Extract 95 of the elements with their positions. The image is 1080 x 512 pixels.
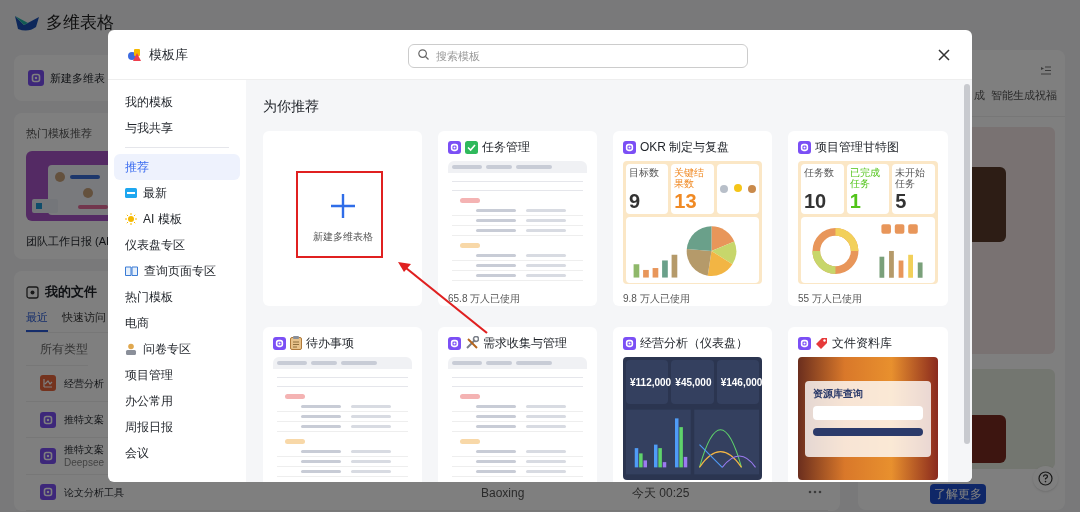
panel-title: 热门模板推荐 xyxy=(26,126,92,141)
table-app-icon xyxy=(40,411,56,428)
usage-count: 55 万人已使用 xyxy=(798,292,863,306)
stat-value: 10 xyxy=(804,189,828,213)
sidebar-item[interactable]: 问卷专区 xyxy=(114,336,240,362)
sidebar-item[interactable]: 推荐 xyxy=(114,154,240,180)
stat-label: 目标数 xyxy=(629,167,660,178)
sidebar-item[interactable]: 电商 xyxy=(114,310,240,336)
learn-more-button[interactable]: 了解更多 xyxy=(930,484,986,504)
template-title: 待办事项 xyxy=(306,335,354,352)
stat-label: 已完成任务 xyxy=(849,167,881,189)
tools-icon xyxy=(465,336,479,350)
clipboard-icon xyxy=(290,336,302,350)
sun-icon xyxy=(125,213,137,225)
more-icon[interactable] xyxy=(808,490,822,495)
template-title: 任务管理 xyxy=(482,139,530,156)
table-app-icon xyxy=(273,336,286,350)
template-card[interactable]: 任务管理 65.8 万人已使用 xyxy=(438,131,597,306)
stat-value: ¥45,000 xyxy=(675,375,712,390)
template-title: 项目管理甘特图 xyxy=(815,139,899,156)
file-folder-icon xyxy=(26,285,39,299)
app-logo-icon xyxy=(14,13,40,33)
stat-value: 5 xyxy=(895,189,908,213)
stat-value: ¥146,000 xyxy=(720,375,763,390)
chart-app-icon xyxy=(40,375,56,392)
form-title: 资源库查询 xyxy=(813,387,864,400)
stat-value: 1 xyxy=(849,189,862,213)
close-icon[interactable] xyxy=(938,48,950,61)
usage-count: 9.8 万人已使用 xyxy=(623,292,691,306)
tab[interactable]: 智能生成祝福 xyxy=(991,87,1057,104)
sidebar-item[interactable]: 与我共享 xyxy=(114,115,240,141)
sidebar-item[interactable]: AI 模板 xyxy=(114,206,240,232)
file-name[interactable]: 推特文案 xyxy=(64,412,104,428)
stat-value: ¥112,000 xyxy=(630,375,672,390)
file-name[interactable]: 经营分析 xyxy=(64,375,104,391)
new-table-button[interactable]: 新建多维表 xyxy=(28,69,105,87)
person-icon xyxy=(125,343,137,355)
table-app-icon xyxy=(40,484,56,501)
sidebar-item[interactable]: 办公常用 xyxy=(114,388,240,414)
new-badge-icon xyxy=(125,188,137,198)
stat-label: 关键结果数 xyxy=(674,167,706,189)
table-app-icon xyxy=(40,447,56,464)
template-card[interactable]: 需求收集与管理 xyxy=(438,327,597,482)
template-card[interactable]: 项目管理甘特图 任务数 10 已完成任务 1 未开始任务 5 55 万人已使用 xyxy=(788,131,948,306)
sidebar-item[interactable]: 项目管理 xyxy=(114,362,240,388)
table-app-icon xyxy=(28,70,44,86)
scrollbar[interactable] xyxy=(962,80,972,482)
table-app-icon xyxy=(448,140,461,154)
app-title: 多维表格 xyxy=(46,12,114,35)
template-title: OKR 制定与复盘 xyxy=(640,139,730,156)
stat-label: 任务数 xyxy=(804,167,835,178)
file-owner: Baoxing xyxy=(481,486,525,501)
template-card[interactable]: 文件资料库 资源库查询 xyxy=(788,327,948,482)
table-app-icon xyxy=(798,336,811,350)
section-title: 我的文件 xyxy=(45,283,97,302)
template-title: 需求收集与管理 xyxy=(483,335,567,352)
table-app-icon xyxy=(798,140,811,154)
dialog-title: 模板库 xyxy=(149,45,189,64)
file-name[interactable]: 推特文案 xyxy=(64,442,105,458)
search-icon xyxy=(418,48,429,60)
checkmark-icon xyxy=(465,140,478,154)
medals-icon xyxy=(717,182,758,196)
table-app-icon xyxy=(448,336,461,350)
stat-label: 未开始任务 xyxy=(895,167,927,189)
plus-icon xyxy=(329,193,356,219)
template-card[interactable]: 待办事项 xyxy=(263,327,422,482)
tag-icon xyxy=(815,336,828,350)
usage-count: 65.8 万人已使用 xyxy=(448,292,522,306)
sidebar-item[interactable]: 仪表盘专区 xyxy=(114,232,240,258)
stat-value: 9 xyxy=(629,189,642,213)
book-icon xyxy=(125,266,138,276)
file-name[interactable]: 论文分析工具 xyxy=(64,484,124,500)
template-card[interactable]: 经营分析（仪表盘） ¥112,000 ¥45,000 ¥146,000 xyxy=(613,327,772,482)
sidebar-item[interactable]: 热门模板 xyxy=(114,284,240,310)
tab[interactable]: 快速访问 xyxy=(62,307,106,332)
sidebar-item[interactable]: 会议 xyxy=(114,440,240,466)
list-icon[interactable] xyxy=(1041,66,1051,75)
section-title: 为你推荐 xyxy=(263,97,320,116)
table-app-icon xyxy=(623,140,636,154)
sidebar-item[interactable]: 周报日报 xyxy=(114,414,240,440)
template-title: 经营分析（仪表盘） xyxy=(640,335,748,352)
sidebar-item[interactable]: 最新 xyxy=(114,180,240,206)
template-library-logo-icon xyxy=(128,48,142,61)
template-title: 文件资料库 xyxy=(832,335,892,352)
table-app-icon xyxy=(623,336,636,350)
tab[interactable]: 成 xyxy=(974,87,985,104)
search-field[interactable]: 搜索模板 xyxy=(408,43,748,68)
new-table-card[interactable]: 新建多维表格 xyxy=(263,131,422,306)
sidebar-item[interactable]: 查询页面专区 xyxy=(114,258,240,284)
template-card[interactable]: OKR 制定与复盘 目标数 9 关键结果数 13 9.8 万人已使用 xyxy=(613,131,772,306)
sidebar-item[interactable]: 我的模板 xyxy=(114,89,240,115)
stat-value: 13 xyxy=(674,189,698,213)
file-time: 今天 00:25 xyxy=(632,486,690,501)
file-source: Deepsee xyxy=(64,457,105,470)
template-name: 团队工作日报 (AI xyxy=(26,234,110,249)
